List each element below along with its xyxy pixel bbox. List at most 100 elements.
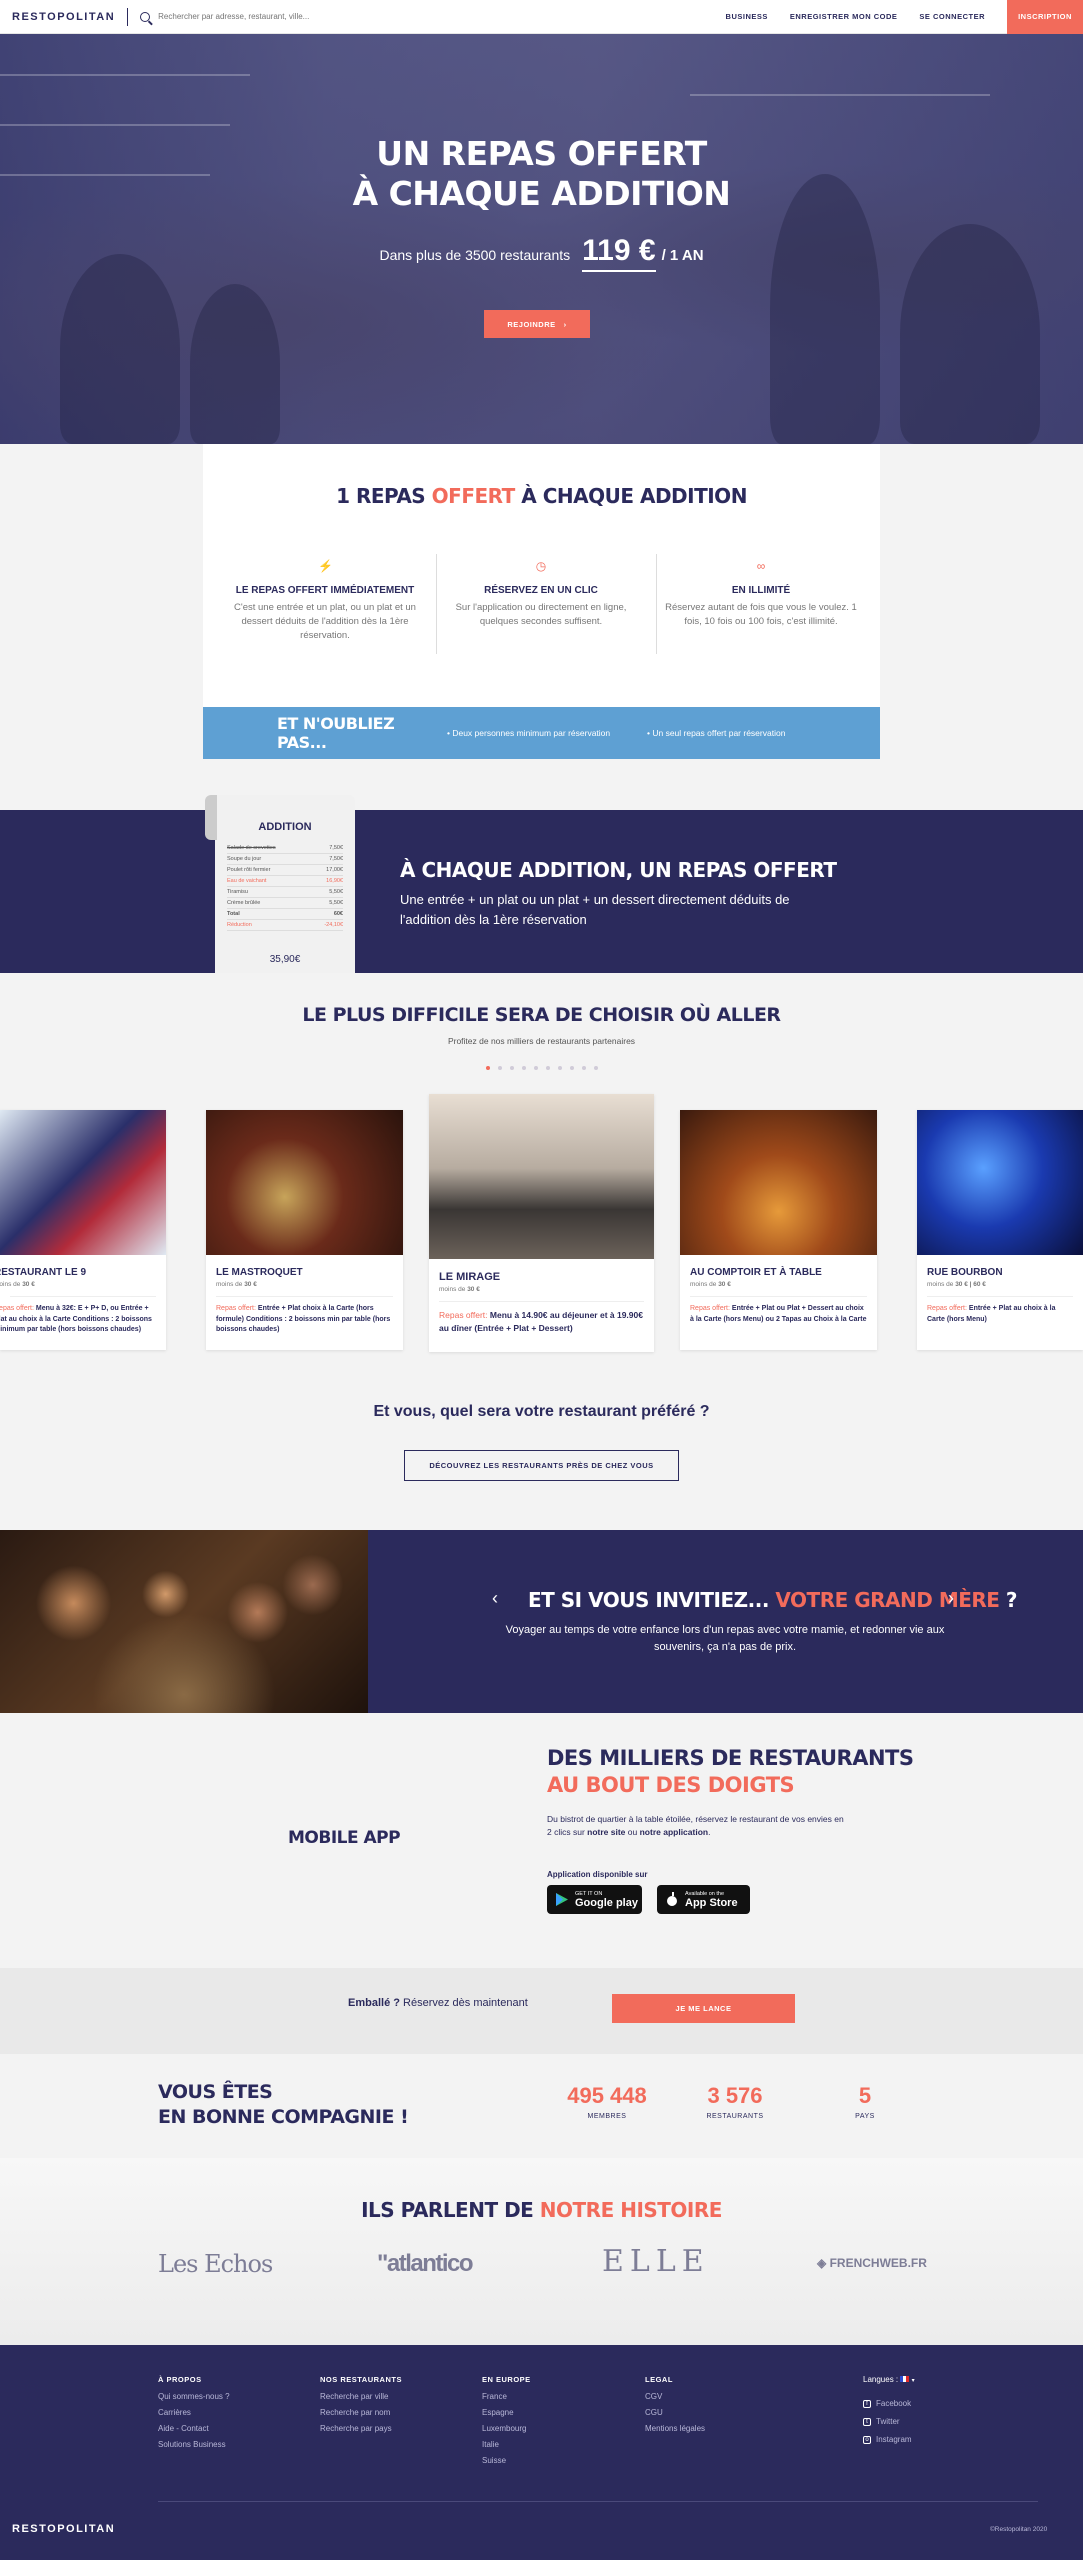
- restaurant-card[interactable]: AU COMPTOIR ET À TABLE moins de 30 € Rep…: [680, 1110, 877, 1350]
- site-link[interactable]: notre site: [587, 1827, 625, 1837]
- restaurant-card[interactable]: RESTAURANT LE 9 moins de 30 € Repas offe…: [0, 1110, 166, 1350]
- press-title: ILS PARLENT DE NOTRE HISTOIRE: [0, 2198, 1083, 2222]
- launch-button[interactable]: JE ME LANCE: [612, 1994, 795, 2023]
- carousel-dots: [0, 1066, 1083, 1070]
- signup-button[interactable]: INSCRIPTION: [1007, 0, 1083, 34]
- restaurant-photo: [429, 1094, 654, 1259]
- elle-logo[interactable]: ELLE: [602, 2244, 710, 2279]
- carousel-dot[interactable]: [533, 1066, 538, 1070]
- stat-value: 495 448: [567, 2083, 647, 2108]
- stat-members: 495 448 MEMBRES: [562, 2083, 652, 2120]
- invite-title: ET SI VOUS INVITIEZ... VOTRE GRAND MÈRE …: [528, 1588, 1018, 1612]
- language-selector[interactable]: Langues : ▾: [863, 2375, 915, 2384]
- instagram-link[interactable]: o Instagram: [863, 2435, 912, 2444]
- restaurants-title: LE PLUS DIFFICILE SERA DE CHOISIR OÙ ALL…: [302, 1004, 781, 1026]
- nav-business[interactable]: BUSINESS: [726, 12, 768, 21]
- footer-link[interactable]: Carrières: [158, 2408, 230, 2417]
- receipt-line: Crème brûlée 5,50€: [227, 898, 343, 909]
- footer-link[interactable]: Suisse: [482, 2456, 531, 2465]
- footer-logo[interactable]: RESTOPOLITAN: [12, 2523, 115, 2535]
- join-button[interactable]: REJOINDRE ›: [484, 310, 590, 338]
- language-label: Langues :: [863, 2375, 899, 2384]
- hero-bg-shelf: [0, 124, 230, 126]
- logo[interactable]: RESTOPOLITAN: [12, 11, 115, 23]
- footer-link[interactable]: France: [482, 2392, 531, 2401]
- footer-link[interactable]: Solutions Business: [158, 2440, 230, 2449]
- search-bar[interactable]: [140, 11, 440, 22]
- receipt-item: Tiramisu: [227, 889, 248, 895]
- carousel-dot[interactable]: [557, 1066, 562, 1070]
- social-label: Instagram: [876, 2435, 912, 2444]
- restaurant-card-featured[interactable]: LE MIRAGE moins de 30 € Repas offert: Me…: [429, 1094, 654, 1352]
- reminder-bar: ET N'OUBLIEZ PAS... • Deux personnes min…: [203, 707, 880, 759]
- stats-title-line2: EN BONNE COMPAGNIE !: [158, 2106, 409, 2128]
- infinity-icon: ∞: [756, 559, 766, 573]
- apple-icon: [667, 1892, 677, 1906]
- receipt-line: Eau de vaichant 16,90€: [227, 876, 343, 887]
- header-divider: [127, 7, 129, 26]
- chevron-right-icon[interactable]: ›: [948, 1588, 954, 1609]
- nav-register-code[interactable]: ENREGISTRER MON CODE: [790, 12, 898, 21]
- atlantico-logo[interactable]: "atlantico: [377, 2250, 474, 2278]
- receipt-item: Soupe du jour: [227, 856, 262, 862]
- hero-bg-person: [770, 174, 880, 444]
- restaurant-card[interactable]: RUE BOURBON moins de 30 € | 60 € Repas o…: [917, 1110, 1083, 1350]
- carousel-dot[interactable]: [497, 1066, 502, 1070]
- restaurant-name: LE MIRAGE: [439, 1271, 501, 1283]
- receipt-price: 16,90€: [326, 878, 343, 884]
- feature-text: Sur l'application ou directement en lign…: [455, 602, 627, 627]
- footer-link[interactable]: CGV: [645, 2392, 705, 2401]
- search-input[interactable]: [158, 12, 429, 21]
- twitter-link[interactable]: t Twitter: [863, 2417, 900, 2426]
- cta-band: Emballé ? Réservez dès maintenant JE ME …: [0, 1968, 1083, 2054]
- carousel-dot[interactable]: [545, 1066, 550, 1070]
- receipt-item: Poulet rôti fermier: [227, 867, 271, 873]
- hero-bg-shelf: [690, 94, 990, 96]
- nav-login[interactable]: SE CONNECTER: [919, 12, 985, 21]
- footer-link[interactable]: Recherche par nom: [320, 2408, 402, 2417]
- footer-link[interactable]: Aide - Contact: [158, 2424, 230, 2433]
- footer-link[interactable]: Qui sommes-nous ?: [158, 2392, 230, 2401]
- hero-price: 119 €: [582, 234, 656, 272]
- join-button-label: REJOINDRE: [507, 319, 556, 329]
- price-prefix: moins de: [439, 1286, 466, 1293]
- carousel-dot[interactable]: [521, 1066, 526, 1070]
- carousel-dot[interactable]: [581, 1066, 586, 1070]
- app-store-button[interactable]: Available on the App Store: [657, 1885, 750, 1914]
- mobile-title-line1: DES MILLIERS DE RESTAURANTS: [547, 1746, 914, 1770]
- offer-label: Repas offert:: [216, 1305, 256, 1312]
- footer-link[interactable]: Recherche par pays: [320, 2424, 402, 2433]
- footer-link[interactable]: Mentions légales: [645, 2424, 705, 2433]
- hero-bg-person: [60, 254, 180, 444]
- carousel-dot[interactable]: [569, 1066, 574, 1070]
- carousel-dot[interactable]: [509, 1066, 514, 1070]
- press-title-highlight: NOTRE HISTOIRE: [539, 2198, 723, 2222]
- footer-link[interactable]: Luxembourg: [482, 2424, 531, 2433]
- discover-restaurants-button[interactable]: DÉCOUVREZ LES RESTAURANTS PRÈS DE CHEZ V…: [404, 1450, 679, 1481]
- google-play-button[interactable]: GET IT ON Google play: [547, 1885, 642, 1914]
- restaurant-name: RUE BOURBON: [927, 1267, 1003, 1278]
- restaurant-price: 30 €: [718, 1281, 731, 1288]
- facebook-link[interactable]: f Facebook: [863, 2399, 911, 2408]
- carousel-dot[interactable]: [593, 1066, 598, 1070]
- footer-link[interactable]: Recherche par ville: [320, 2392, 402, 2401]
- feature-divider: [656, 554, 657, 654]
- chevron-left-icon[interactable]: ‹: [492, 1588, 498, 1609]
- receipt-lines: Salade de crevettes 7,50€ Soupe du jour 7,5…: [227, 843, 343, 931]
- footer-link[interactable]: Espagne: [482, 2408, 531, 2417]
- restaurant-price: 30 €: [467, 1286, 480, 1293]
- offer-label: Repas offert:: [0, 1305, 34, 1312]
- invite-section: ‹ ET SI VOUS INVITIEZ... VOTRE GRAND MÈR…: [0, 1530, 1083, 1713]
- restaurant-card[interactable]: LE MASTROQUET moins de 30 € Repas offert…: [206, 1110, 403, 1350]
- chevron-down-icon: ▾: [911, 2378, 915, 2384]
- app-available-label: Application disponible sur: [547, 1870, 648, 1879]
- footer-link[interactable]: Italie: [482, 2440, 531, 2449]
- price-prefix: moins de: [0, 1281, 21, 1288]
- carousel-dot[interactable]: [485, 1066, 490, 1070]
- footer-link[interactable]: CGU: [645, 2408, 705, 2417]
- mobile-text-part: ou: [625, 1827, 640, 1837]
- frenchweb-logo[interactable]: ◈ FRENCHWEB.FR: [817, 2256, 927, 2270]
- feature-title: LE REPAS OFFERT IMMÉDIATEMENT: [235, 585, 415, 596]
- app-link[interactable]: notre application: [640, 1827, 708, 1837]
- les-echos-logo[interactable]: Les Echos: [158, 2250, 273, 2278]
